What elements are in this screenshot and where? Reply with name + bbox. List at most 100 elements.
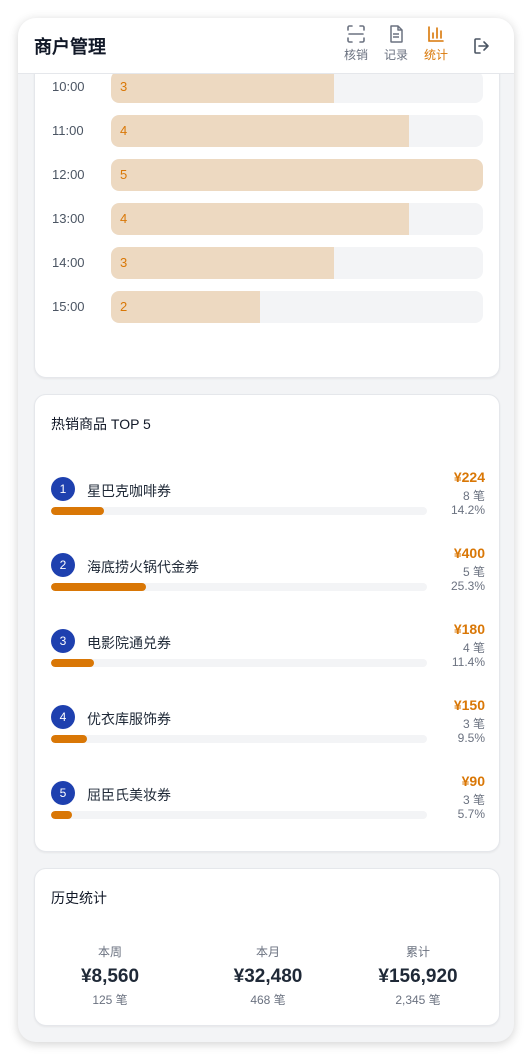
product-share-track xyxy=(51,735,427,743)
rank-badge: 1 xyxy=(51,477,75,501)
product-count: 3 笔 xyxy=(462,793,485,807)
rank-badge: 5 xyxy=(51,781,75,805)
history-month: 本月 ¥32,480 468 笔 xyxy=(193,943,343,1008)
hour-bar-track: 4 xyxy=(111,115,483,147)
app-header: 商户管理 核销 记录 统计 xyxy=(18,18,514,74)
hour-count: 2 xyxy=(120,299,128,314)
product-amount: ¥90 xyxy=(461,773,485,789)
product-percent: 5.7% xyxy=(457,807,485,821)
hour-count: 4 xyxy=(120,211,128,226)
product-share-fill xyxy=(51,811,72,819)
hour-row: 13:00 4 xyxy=(35,203,501,235)
hour-row: 14:00 3 xyxy=(35,247,501,279)
product-amount: ¥400 xyxy=(453,545,485,561)
bar-chart-icon xyxy=(428,26,444,42)
scan-icon xyxy=(347,25,365,43)
hour-bar-fill xyxy=(111,291,260,323)
hour-bar-track: 3 xyxy=(111,247,483,279)
product-name: 电影院通兑券 xyxy=(87,635,171,651)
product-share-track xyxy=(51,583,427,591)
product-share-track xyxy=(51,811,427,819)
app-frame: 09:00210:00311:00412:00513:00414:00315:0… xyxy=(18,18,514,1042)
history-stats-card: 历史统计 本周 ¥8,560 125 笔 本月 ¥32,480 468 笔 累计… xyxy=(34,868,500,1026)
rank-badge: 3 xyxy=(51,629,75,653)
hour-bar-fill xyxy=(111,203,409,235)
product-row: 4 优衣库服饰券 ¥150 3 笔 9.5% xyxy=(35,697,501,765)
product-share-fill xyxy=(51,507,104,515)
product-row: 5 屈臣氏美妆券 ¥90 3 笔 5.7% xyxy=(35,773,501,841)
product-count: 4 笔 xyxy=(462,641,485,655)
product-row: 2 海底捞火锅代金券 ¥400 5 笔 25.3% xyxy=(35,545,501,613)
document-icon xyxy=(390,25,403,43)
history-title: 历史统计 xyxy=(51,890,107,906)
hour-bar-fill xyxy=(111,115,409,147)
top-products-card: 热销商品 TOP 5 1 星巴克咖啡券 ¥224 8 笔 14.2% 2 海底捞火锅代金券 ¥… xyxy=(34,394,500,852)
hour-count: 4 xyxy=(120,123,128,138)
nav-records[interactable]: 记录 xyxy=(376,24,416,68)
history-count: 125 笔 xyxy=(92,993,128,1007)
history-label: 本月 xyxy=(255,945,280,959)
history-label: 本周 xyxy=(97,945,122,959)
product-name: 海底捞火锅代金券 xyxy=(87,559,199,575)
hour-bar-fill xyxy=(111,247,334,279)
hour-label: 11:00 xyxy=(52,123,84,138)
product-count: 5 笔 xyxy=(462,565,485,579)
product-share-track xyxy=(51,507,427,515)
hour-label: 13:00 xyxy=(52,211,85,226)
hour-bar-track: 3 xyxy=(111,71,483,103)
history-amount: ¥8,560 xyxy=(80,966,140,987)
history-count: 468 笔 xyxy=(250,993,286,1007)
product-row: 1 星巴克咖啡券 ¥224 8 笔 14.2% xyxy=(35,469,501,537)
product-name: 屈臣氏美妆券 xyxy=(87,787,171,803)
hour-count: 3 xyxy=(120,79,128,94)
product-amount: ¥150 xyxy=(453,697,485,713)
history-count: 2,345 笔 xyxy=(395,993,441,1007)
product-percent: 11.4% xyxy=(451,655,485,669)
hourly-stats-card: 09:00210:00311:00412:00513:00414:00315:0… xyxy=(34,27,501,378)
product-percent: 25.3% xyxy=(450,579,485,593)
product-share-fill xyxy=(51,735,87,743)
page-title: 商户管理 xyxy=(34,37,106,57)
hour-label: 15:00 xyxy=(52,299,85,314)
product-amount: ¥180 xyxy=(453,621,485,637)
logout-button[interactable] xyxy=(470,34,494,58)
nav-stats[interactable]: 统计 xyxy=(416,24,456,68)
nav-stats-label: 统计 xyxy=(423,48,448,62)
hour-bar-fill xyxy=(111,71,334,103)
history-label: 累计 xyxy=(405,945,430,959)
hour-row: 10:00 3 xyxy=(35,71,501,103)
hour-label: 10:00 xyxy=(52,79,85,94)
hour-bar-fill xyxy=(111,159,483,191)
hour-bar-track: 2 xyxy=(111,291,483,323)
hour-count: 3 xyxy=(120,255,128,270)
hour-row: 15:00 2 xyxy=(35,291,501,323)
hour-bar-track: 4 xyxy=(111,203,483,235)
history-week: 本周 ¥8,560 125 笔 xyxy=(35,943,185,1008)
product-name: 优衣库服饰券 xyxy=(87,711,171,727)
history-amount: ¥32,480 xyxy=(233,966,303,987)
product-name: 星巴克咖啡券 xyxy=(87,483,171,499)
product-percent: 14.2% xyxy=(450,503,485,517)
product-row: 3 电影院通兑券 ¥180 4 笔 11.4% xyxy=(35,621,501,689)
product-percent: 9.5% xyxy=(457,731,485,745)
nav-verify-label: 核销 xyxy=(343,48,368,62)
logout-icon xyxy=(474,38,489,54)
product-count: 3 笔 xyxy=(462,717,485,731)
hour-count: 5 xyxy=(120,167,128,182)
hour-bar-track: 5 xyxy=(111,159,483,191)
product-share-fill xyxy=(51,583,146,591)
hour-row: 12:00 5 xyxy=(35,159,501,191)
product-share-track xyxy=(51,659,427,667)
product-share-fill xyxy=(51,659,94,667)
history-total: 累计 ¥156,920 2,345 笔 xyxy=(343,943,493,1008)
product-amount: ¥224 xyxy=(453,469,485,485)
history-amount: ¥156,920 xyxy=(378,966,458,987)
nav-records-label: 记录 xyxy=(383,48,408,62)
hour-row: 11:00 4 xyxy=(35,115,501,147)
nav-verify[interactable]: 核销 xyxy=(336,24,376,68)
top-products-title: 热销商品 TOP 5 xyxy=(51,416,151,432)
rank-badge: 4 xyxy=(51,705,75,729)
rank-badge: 2 xyxy=(51,553,75,577)
hour-label: 12:00 xyxy=(52,167,85,182)
product-count: 8 笔 xyxy=(462,489,485,503)
